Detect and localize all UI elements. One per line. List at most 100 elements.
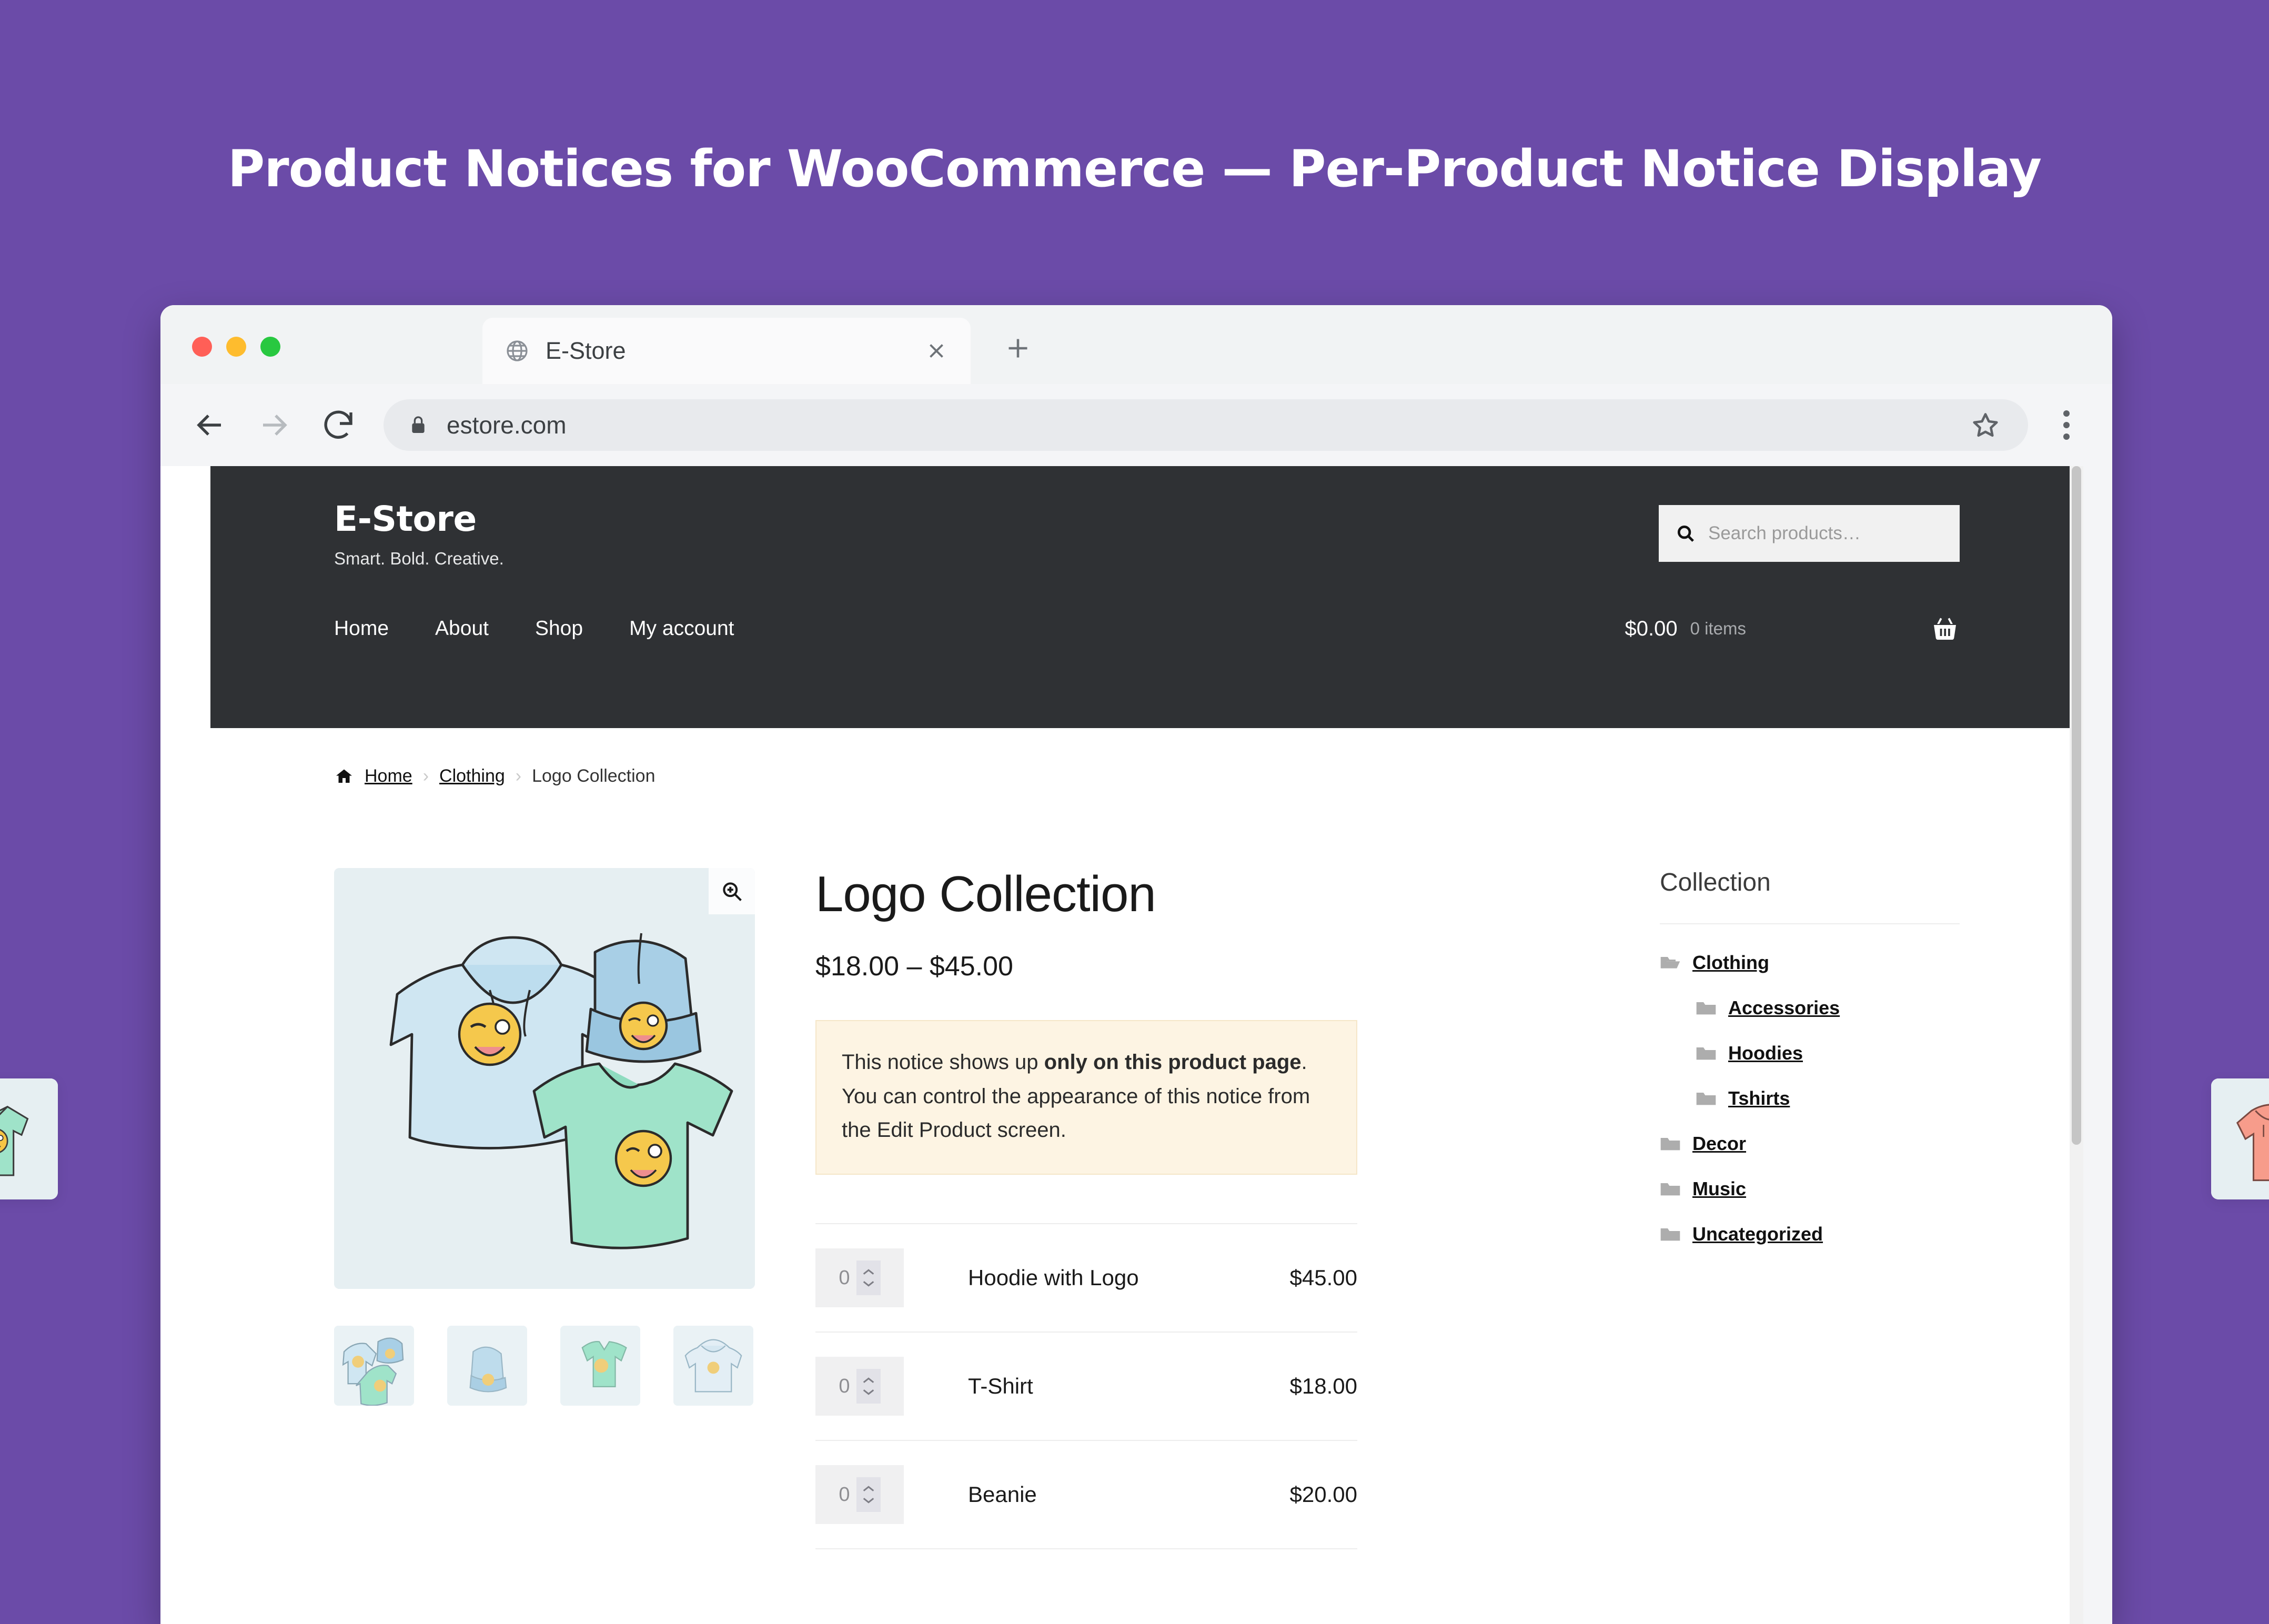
category-link[interactable]: Decor [1692,1133,1746,1155]
folder-open-icon [1660,954,1681,971]
cart-item-count: 0 items [1690,619,1746,638]
table-row: 0 Beanie $20.00 [815,1440,1357,1549]
folder-icon [1696,1090,1717,1107]
folder-icon [1696,1000,1717,1016]
quantity-stepper[interactable]: 0 [815,1465,904,1525]
folder-icon [1696,1045,1717,1062]
breadcrumb-item-home[interactable]: Home [365,766,412,786]
address-bar-url: estore.com [447,411,567,439]
folder-icon [1660,1181,1681,1197]
new-tab-button[interactable] [1002,332,1034,364]
category-link[interactable]: Clothing [1692,952,1769,974]
page-scrollbar[interactable] [2070,466,2083,1624]
back-button[interactable] [191,406,229,444]
thumbnail-beanie-icon [447,1326,527,1406]
category-item-tshirts[interactable]: Tshirts [1660,1087,1960,1109]
bookmark-star-icon[interactable] [1970,410,2001,440]
breadcrumb-item-clothing[interactable]: Clothing [439,766,505,786]
address-bar[interactable]: estore.com [384,399,2028,451]
product-price-cell: $45.00 [1289,1265,1357,1290]
nav-item-my-account[interactable]: My account [629,617,734,640]
category-item-hoodies[interactable]: Hoodies [1660,1042,1960,1064]
quantity-spinner-icon[interactable] [856,1477,881,1512]
category-item-uncategorized[interactable]: Uncategorized [1660,1223,1960,1245]
globe-icon [505,338,530,364]
category-item-clothing[interactable]: Clothing [1660,952,1960,974]
product-price-cell: $18.00 [1289,1374,1357,1399]
category-item-decor[interactable]: Decor [1660,1133,1960,1155]
product-thumbnail-strip [334,1326,755,1406]
product-thumbnail[interactable] [673,1326,753,1406]
browser-window: E-Store estore.com E-Store Smart. Bold. … [160,305,2112,1624]
grouped-product-table: 0 Hoodie with Logo $45.00 0 T-Shirt $18.… [815,1223,1357,1549]
quantity-value: 0 [839,1375,850,1397]
nav-item-about[interactable]: About [435,617,489,640]
shopping-basket-icon[interactable] [1930,614,1960,643]
product-thumbnail[interactable] [334,1326,414,1406]
magnifier-plus-icon[interactable] [709,868,755,914]
quantity-stepper[interactable]: 0 [815,1248,904,1308]
maximize-window-button[interactable] [260,337,280,357]
product-thumbnail[interactable] [560,1326,640,1406]
window-traffic-lights[interactable] [192,337,280,357]
product-name-cell[interactable]: Beanie [968,1440,1247,1549]
sidebar-widget-title: Collection [1660,868,1960,924]
search-icon [1676,523,1696,543]
main-navigation: Home About Shop My account $0.00 0 items [334,617,1960,640]
carousel-peek-card-left[interactable] [0,1078,58,1199]
quantity-value: 0 [839,1483,850,1506]
nav-item-shop[interactable]: Shop [535,617,583,640]
quantity-spinner-icon[interactable] [856,1369,881,1404]
close-tab-button[interactable] [924,339,949,363]
thumbnail-tshirt-icon [560,1326,640,1406]
minimize-window-button[interactable] [226,337,246,357]
breadcrumb-item-current: Logo Collection [532,766,656,786]
page-title: Product Notices for WooCommerce — Per-Pr… [227,139,2042,198]
category-item-music[interactable]: Music [1660,1178,1960,1200]
category-link[interactable]: Tshirts [1728,1087,1790,1109]
product-thumbnail[interactable] [447,1326,527,1406]
category-link[interactable]: Hoodies [1728,1042,1803,1064]
carousel-peek-card-right[interactable] [2211,1078,2269,1199]
browser-tab-title: E-Store [546,337,626,364]
folder-icon [1660,1226,1681,1243]
search-input[interactable]: Search products… [1659,505,1960,562]
forward-button[interactable] [255,406,293,444]
breadcrumb-separator: › [422,766,429,786]
category-link[interactable]: Accessories [1728,997,1840,1019]
cart-summary[interactable]: $0.00 0 items [1625,614,1960,643]
category-link[interactable]: Music [1692,1178,1746,1200]
quantity-value: 0 [839,1266,850,1289]
thumbnail-group-icon [334,1326,414,1406]
table-row: 0 Hoodie with Logo $45.00 [815,1224,1357,1333]
page-scrollbar-thumb[interactable] [2072,466,2081,1145]
search-placeholder: Search products… [1708,523,1861,543]
viewport-left-gutter [160,466,210,1624]
quantity-cell: 0 [815,1224,968,1332]
reload-button[interactable] [319,406,357,444]
quantity-stepper[interactable]: 0 [815,1357,904,1416]
lock-icon [408,415,429,436]
product-gallery [334,868,755,1549]
product-price-cell: $20.00 [1289,1482,1357,1507]
browser-tabstrip: E-Store [160,305,2112,384]
quantity-spinner-icon[interactable] [856,1260,881,1296]
breadcrumb-separator: › [515,766,522,786]
category-item-accessories[interactable]: Accessories [1660,997,1960,1019]
browser-tab[interactable]: E-Store [482,318,971,384]
category-link[interactable]: Uncategorized [1692,1223,1823,1245]
quantity-cell: 0 [815,1440,968,1549]
cart-total: $0.00 [1625,617,1678,640]
browser-menu-icon[interactable] [2051,410,2082,440]
page-viewport: E-Store Smart. Bold. Creative. Search pr… [210,466,2083,1624]
nav-item-home[interactable]: Home [334,617,389,640]
product-layout: Logo Collection $18.00 – $45.00 This not… [334,868,1960,1549]
quantity-cell: 0 [815,1332,968,1440]
product-price: $18.00 – $45.00 [815,951,1013,982]
product-name-cell[interactable]: T-Shirt [968,1332,1247,1440]
site-header: E-Store Smart. Bold. Creative. Search pr… [210,466,2083,728]
product-main-image[interactable] [334,868,755,1289]
notice-text-bold: only on this product page [1044,1050,1302,1074]
product-name-cell[interactable]: Hoodie with Logo [968,1224,1247,1332]
close-window-button[interactable] [192,337,212,357]
